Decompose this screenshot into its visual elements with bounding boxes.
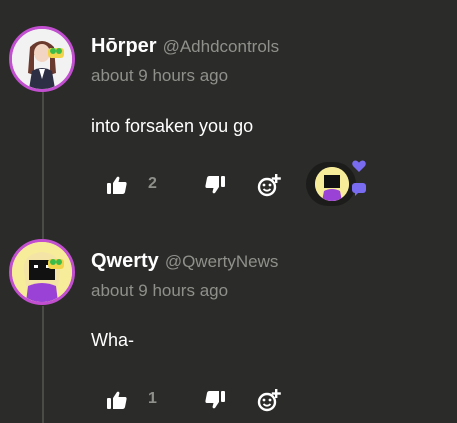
add-reaction-icon [257, 174, 281, 197]
comment-actions: 2 [0, 160, 457, 206]
timestamp[interactable]: about 9 hours ago [91, 66, 228, 86]
chat-bubble-icon [352, 183, 366, 196]
heart-icon [352, 160, 366, 172]
comment-text: Wha- [91, 330, 135, 350]
comment-text: into forsaken you go [91, 116, 254, 136]
add-reaction-button[interactable] [255, 385, 283, 415]
add-reaction-icon [257, 389, 281, 412]
thread-line [42, 88, 44, 248]
like-button[interactable] [104, 170, 130, 200]
badge-icon [48, 259, 64, 269]
timestamp[interactable]: about 9 hours ago [91, 281, 228, 301]
author-handle[interactable]: @Adhdcontrols [163, 37, 280, 57]
thumbs-up-icon [107, 391, 127, 409]
author-row: Hōrper @Adhdcontrols [91, 35, 279, 58]
thumbs-down-icon [205, 176, 225, 194]
dislike-button[interactable] [202, 385, 228, 415]
avatar-image [12, 242, 72, 302]
reactor-avatar[interactable] [315, 167, 349, 201]
thumbs-up-icon [107, 176, 127, 194]
badge-icon [48, 48, 64, 58]
thumbs-down-icon [205, 391, 225, 409]
dislike-button[interactable] [202, 170, 228, 200]
avatar[interactable] [9, 239, 75, 305]
author-handle[interactable]: @QwertyNews [165, 252, 279, 272]
like-count: 2 [148, 175, 157, 192]
avatar[interactable] [9, 26, 75, 92]
avatar-image [12, 29, 72, 89]
author-name[interactable]: Qwerty [91, 250, 159, 273]
author-row: Qwerty @QwertyNews [91, 250, 278, 273]
add-reaction-button[interactable] [255, 170, 283, 200]
like-count: 1 [148, 390, 157, 407]
like-button[interactable] [104, 385, 130, 415]
avatar-image [315, 167, 349, 201]
author-name[interactable]: Hōrper [91, 35, 157, 58]
reaction-popover[interactable] [306, 160, 370, 206]
comment-actions: 1 [0, 385, 457, 415]
comment-thread: Hōrper @Adhdcontrols about 9 hours ago i… [0, 0, 457, 423]
